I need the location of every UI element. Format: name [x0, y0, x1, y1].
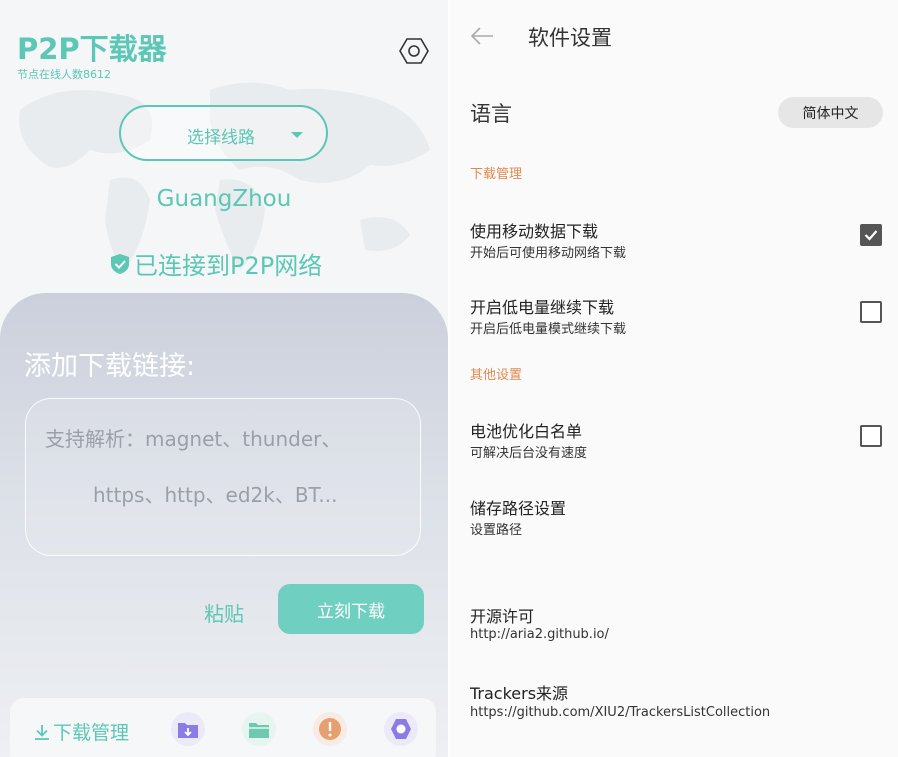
- mobile-data-checkbox[interactable]: [860, 224, 882, 246]
- back-arrow-icon[interactable]: [468, 22, 496, 50]
- connection-status: 已连接到P2P网络: [110, 246, 322, 281]
- chevron-down-icon: [291, 132, 303, 138]
- folder-icon[interactable]: [241, 711, 277, 747]
- download-manager-label: 下载管理: [53, 722, 130, 744]
- settings-screen: 软件设置 语言 简体中文 下载管理 使用移动数据下载 开始后可使用移动网络下载 …: [450, 0, 898, 757]
- download-now-button[interactable]: 立刻下载: [278, 584, 424, 634]
- battery-whitelist-checkbox[interactable]: [860, 425, 882, 447]
- language-label: 语言: [470, 102, 512, 126]
- page-title: 软件设置: [528, 26, 612, 50]
- low-battery-title: 开启低电量继续下载: [470, 298, 615, 317]
- open-source-license-title: 开源许可: [470, 607, 535, 626]
- download-arrow-icon: [35, 724, 49, 740]
- checkmark-icon: [864, 230, 878, 241]
- battery-whitelist-title: 电池优化白名单: [470, 422, 583, 441]
- section-download-management: 下载管理: [470, 167, 523, 182]
- bottom-nav: 下载管理: [10, 698, 436, 757]
- add-link-title: 添加下载链接:: [24, 351, 196, 382]
- download-manager-button[interactable]: 下载管理: [33, 718, 129, 745]
- language-select-button[interactable]: 简体中文: [778, 97, 883, 128]
- open-source-license-url: http://aria2.github.io/: [470, 627, 609, 642]
- trackers-source-url: https://github.com/XIU2/TrackersListColl…: [470, 705, 771, 720]
- connection-status-text: 已连接到P2P网络: [134, 252, 323, 280]
- settings-ring-icon[interactable]: [383, 711, 419, 747]
- select-route-button[interactable]: 选择线路: [119, 105, 328, 161]
- low-battery-checkbox[interactable]: [860, 301, 882, 323]
- mobile-data-subtitle: 开始后可使用移动网络下载: [470, 246, 627, 261]
- info-alert-icon[interactable]: [312, 711, 348, 747]
- mobile-data-title: 使用移动数据下载: [470, 222, 599, 241]
- input-placeholder-line1: 支持解析：magnet、thunder、: [45, 427, 342, 451]
- storage-path-subtitle: 设置路径: [470, 523, 523, 538]
- select-route-label: 选择线路: [187, 128, 255, 148]
- trackers-source-title: Trackers来源: [470, 684, 569, 703]
- app-title: P2P下载器: [17, 32, 167, 66]
- input-placeholder-line2: https、http、ed2k、BT...: [93, 483, 338, 507]
- download-link-input[interactable]: 支持解析：magnet、thunder、 https、http、ed2k、BT.…: [25, 398, 421, 556]
- storage-path-title: 储存路径设置: [470, 499, 567, 518]
- section-other-settings: 其他设置: [470, 368, 523, 383]
- folder-download-icon[interactable]: [170, 711, 206, 747]
- low-battery-subtitle: 开启后低电量模式继续下载: [470, 322, 627, 337]
- main-screen: P2P下载器 节点在线人数8612 选择线路 GuangZhou 已连接到P2P…: [0, 0, 448, 757]
- shield-check-icon: [111, 253, 129, 274]
- paste-button[interactable]: 粘贴: [204, 598, 244, 627]
- battery-whitelist-subtitle: 可解决后台没有速度: [470, 446, 588, 461]
- online-node-count: 节点在线人数8612: [17, 68, 111, 81]
- current-city: GuangZhou: [156, 186, 292, 212]
- settings-hexagon-icon[interactable]: [399, 36, 429, 66]
